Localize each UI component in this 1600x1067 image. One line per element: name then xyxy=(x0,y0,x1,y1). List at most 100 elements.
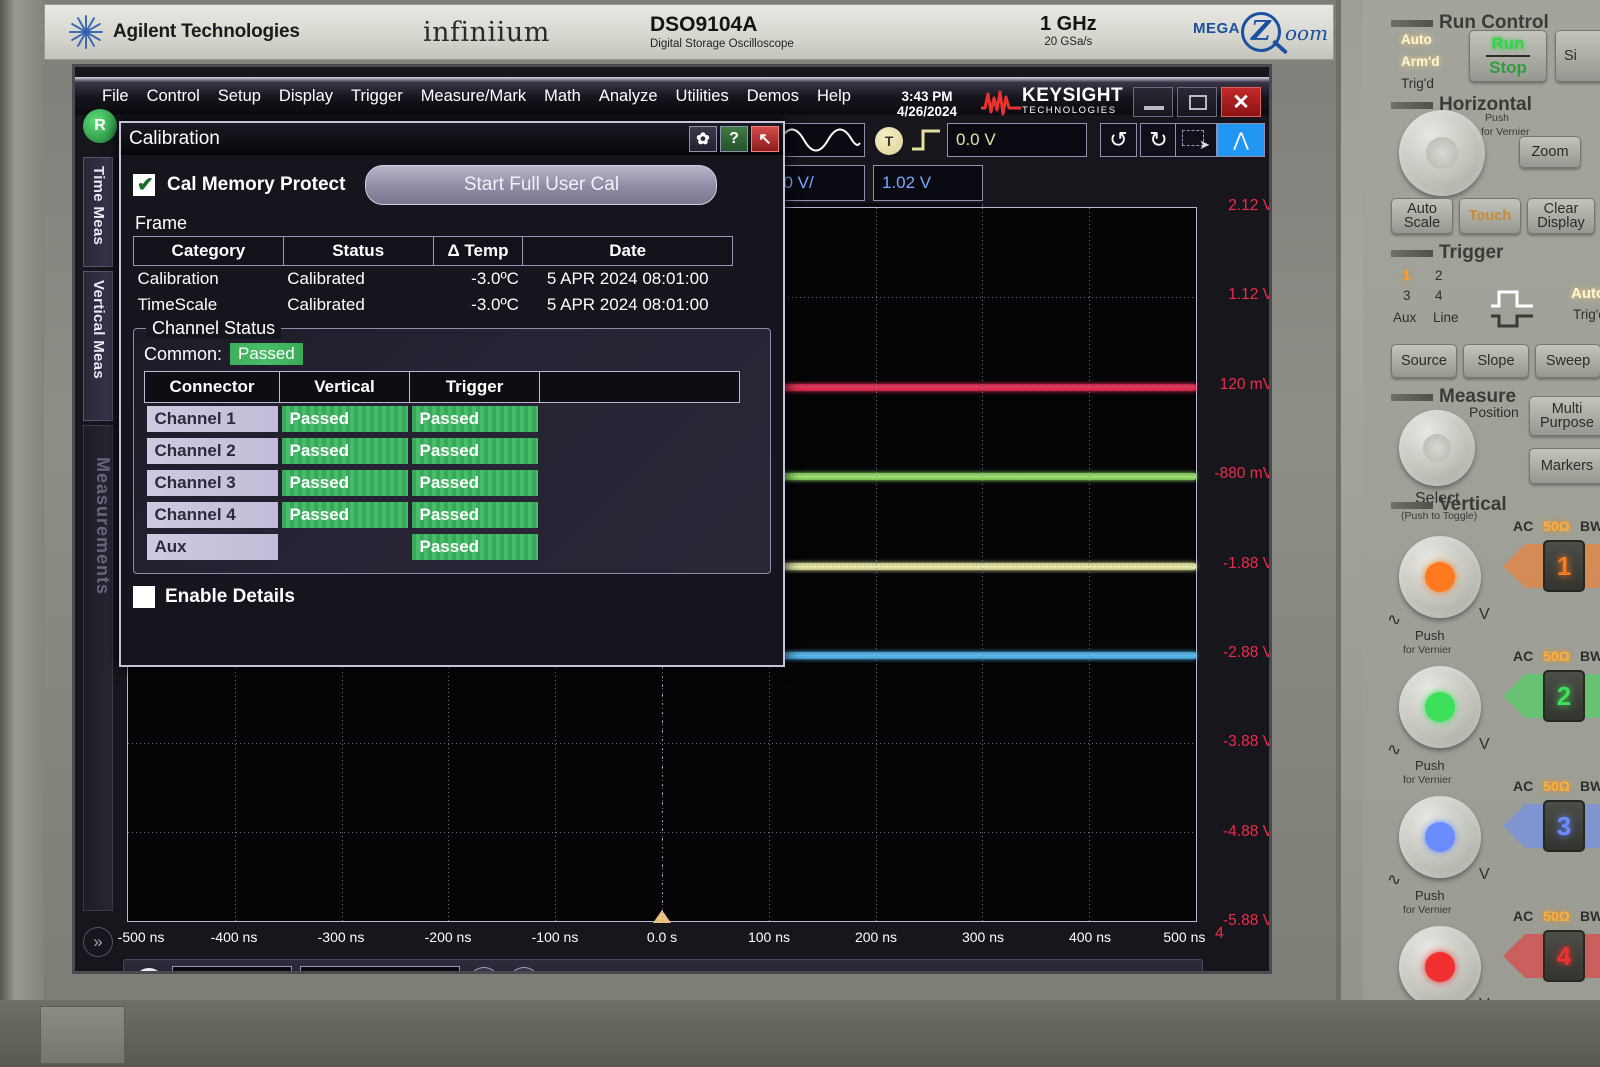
menu-item-help[interactable]: Help xyxy=(808,87,860,106)
channel-table-header-row: Connector Vertical Trigger xyxy=(144,371,740,403)
keysight-logo: KEYSIGHT TECHNOLOGIES xyxy=(980,86,1123,116)
clear-display-panel-button[interactable]: Clear Display xyxy=(1527,198,1595,234)
channel-1-button[interactable]: 1 xyxy=(1543,540,1585,592)
help-icon[interactable]: ? xyxy=(720,126,748,152)
calibration-dialog[interactable]: Calibration ✿ ? ↖ Cal Memory Protect Sta… xyxy=(119,121,785,667)
start-full-user-cal-button[interactable]: Start Full User Cal xyxy=(365,165,718,205)
vertical-scale-knob-ch2[interactable] xyxy=(1399,666,1481,748)
roll-mode-button[interactable]: ⁞ xyxy=(508,967,540,971)
frame-td-status: Calibrated xyxy=(287,269,365,288)
menu-item-measure-mark[interactable]: Measure/Mark xyxy=(412,87,535,106)
menu-item-file[interactable]: File xyxy=(93,87,138,106)
coupling-indicators-ch2: AC 50Ω BW xyxy=(1513,648,1600,664)
auto-scale-panel-button[interactable]: Auto Scale xyxy=(1391,198,1453,234)
multi-purpose-button[interactable]: Multi Purpose xyxy=(1529,396,1600,436)
close-window-button[interactable]: ✕ xyxy=(1221,87,1261,117)
channel-3-button[interactable]: 3 xyxy=(1543,800,1585,852)
menu-bar: File Control Setup Display Trigger Measu… xyxy=(75,77,1269,119)
section-trigger: Trigger xyxy=(1391,242,1503,264)
markers-button[interactable]: Markers xyxy=(1529,448,1600,484)
menu-item-trigger[interactable]: Trigger xyxy=(342,87,412,106)
vertical-status: Passed xyxy=(281,470,408,496)
channel-2-button[interactable]: 2 xyxy=(1543,670,1585,722)
trigger-sweep-button[interactable]: Sweep xyxy=(1535,344,1600,378)
dialog-close-icon[interactable]: ↖ xyxy=(751,126,779,152)
trigger-source-2: 2 xyxy=(1435,268,1443,283)
menu-item-utilities[interactable]: Utilities xyxy=(667,87,738,106)
connector-label: Channel 1 xyxy=(146,406,278,432)
pin-button[interactable]: ⇳ xyxy=(579,971,596,972)
menu-item-math[interactable]: Math xyxy=(535,87,590,106)
megazoom-z-text: Z xyxy=(1251,16,1271,47)
horizontal-push-label: Push xyxy=(1485,112,1509,124)
sidebar-tab-time-meas[interactable]: Time Meas xyxy=(83,157,113,267)
clock-time: 3:43 PM xyxy=(901,89,953,104)
redo-button[interactable]: ↻ xyxy=(1140,123,1177,157)
megazoom-logo: MEGA Z oom xyxy=(1193,12,1328,55)
indicator-armd: Arm'd xyxy=(1401,54,1440,69)
trigger-source-aux: Aux xyxy=(1393,310,1417,325)
frame-td-date: 5 APR 2024 08:01:00 xyxy=(546,269,709,288)
slope-edge-icon xyxy=(1491,290,1533,328)
clock-block: 3:43 PM 4/26/2024 xyxy=(897,89,957,119)
trigger-level-input[interactable]: 0.0 V xyxy=(947,123,1087,157)
menu-item-demos[interactable]: Demos xyxy=(738,87,808,106)
bandwidth-limit-label: BW xyxy=(1580,778,1600,794)
menu-item-control[interactable]: Control xyxy=(138,87,209,106)
maximize-button[interactable] xyxy=(1177,87,1217,117)
impedance-50ohm-indicator: 50Ω xyxy=(1543,908,1571,924)
settings-gear-icon[interactable]: ✿ xyxy=(689,126,717,152)
indicator-auto: Auto xyxy=(1401,32,1432,47)
menu-item-setup[interactable]: Setup xyxy=(209,87,270,106)
rising-edge-icon[interactable] xyxy=(911,127,941,153)
model-number: DSO9104A xyxy=(650,13,758,36)
vertical-status: Passed xyxy=(281,438,408,464)
minimize-button[interactable] xyxy=(1133,87,1173,117)
single-button[interactable]: Si xyxy=(1555,30,1600,82)
undo-button[interactable]: ↺ xyxy=(1100,123,1137,157)
more-options-button[interactable]: ≫ xyxy=(548,970,571,971)
vertical-scale-knob-ch4[interactable] xyxy=(1399,926,1481,1008)
voltage-tick-label: -2.88 V xyxy=(1223,643,1269,661)
connector-label: Channel 3 xyxy=(146,470,278,496)
trigger-slope-button[interactable]: Slope xyxy=(1463,344,1529,378)
cal-memory-protect-checkbox[interactable] xyxy=(133,172,155,197)
sidebar-tab-vertical-meas[interactable]: Vertical Meas xyxy=(83,271,113,421)
waveform-preview-button[interactable] xyxy=(775,123,865,157)
delay-input[interactable]: 0.0 s xyxy=(300,966,460,971)
menu-item-analyze[interactable]: Analyze xyxy=(590,87,667,106)
trigger-source-button[interactable]: Source xyxy=(1391,344,1457,378)
trigger-source-4: 4 xyxy=(1435,288,1443,303)
zoom-panel-button[interactable]: Zoom xyxy=(1519,136,1581,168)
keysight-wave-icon xyxy=(981,90,1021,115)
chan-th-connector: Connector xyxy=(144,371,280,403)
coupling-indicators-ch1: AC 50Ω BW xyxy=(1513,518,1600,534)
trigger-status: Passed xyxy=(411,438,538,464)
timebase-input[interactable]: 100 ns/ xyxy=(172,966,292,971)
measure-select-knob[interactable] xyxy=(1399,410,1475,486)
trigger-badge-icon[interactable]: T xyxy=(875,127,903,155)
impedance-50ohm-indicator: 50Ω xyxy=(1543,778,1571,794)
sidebar-expand-button[interactable]: » xyxy=(83,927,113,957)
keysight-sub: TECHNOLOGIES xyxy=(1022,105,1117,116)
autoscale-button[interactable]: ⋀ xyxy=(1217,123,1265,157)
model-subtitle: Digital Storage Oscilloscope xyxy=(650,38,794,50)
menu-item-display[interactable]: Display xyxy=(270,87,342,106)
frame-td-dtemp: -3.0ºC xyxy=(471,269,519,288)
push-label-ch3: Push xyxy=(1415,888,1445,903)
horizontal-scale-knob[interactable] xyxy=(1399,110,1485,196)
channel-status-title: Channel Status xyxy=(146,318,282,339)
select-region-button[interactable]: ➤ xyxy=(1175,123,1217,157)
channel-status-table: Connector Vertical Trigger Channel 1 Pas… xyxy=(144,371,740,563)
sine-wave-icon xyxy=(779,128,861,152)
channel-4-button[interactable]: 4 xyxy=(1543,930,1585,982)
voltage-tick-label: -1.88 V xyxy=(1223,554,1269,572)
enable-details-checkbox[interactable] xyxy=(133,586,155,608)
vertical-scale-knob-ch1[interactable] xyxy=(1399,536,1481,618)
channel-offset-box[interactable]: 1.02 V xyxy=(873,165,983,201)
vertical-scale-knob-ch3[interactable] xyxy=(1399,796,1481,878)
enable-details-row: Enable Details xyxy=(133,586,771,608)
touch-panel-button[interactable]: Touch xyxy=(1459,198,1521,234)
zoom-button[interactable]: Z xyxy=(468,967,500,971)
run-stop-button[interactable]: Run Stop xyxy=(1469,30,1547,82)
